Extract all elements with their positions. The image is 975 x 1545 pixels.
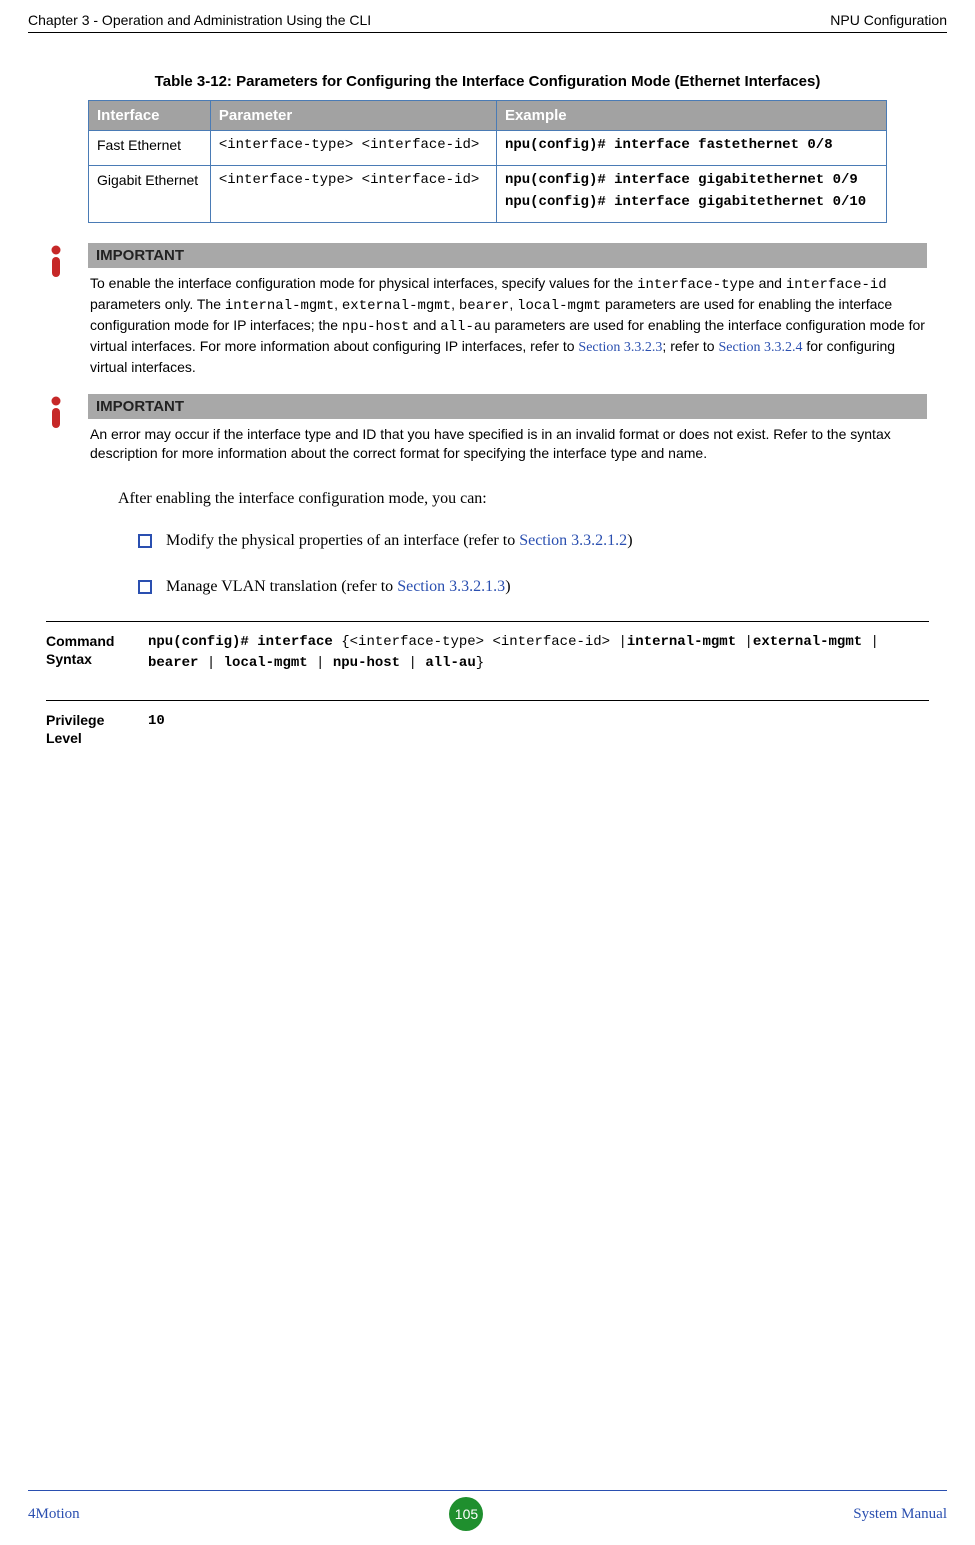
table-row: Gigabit Ethernet<interface-type> <interf… <box>89 166 887 223</box>
cell-interface: Fast Ethernet <box>89 131 211 166</box>
page-header: Chapter 3 - Operation and Administration… <box>28 12 947 33</box>
bullet-list: Modify the physical properties of an int… <box>138 529 927 599</box>
example-line: npu(config)# interface gigabitethernet 0… <box>505 172 878 188</box>
section-link[interactable]: Section 3.3.2.4 <box>718 340 802 355</box>
privilege-level-label: Privilege Level <box>46 711 136 747</box>
privilege-level-row: Privilege Level 10 <box>46 700 929 773</box>
header-left: Chapter 3 - Operation and Administration… <box>28 12 371 28</box>
table-caption: Table 3-12: Parameters for Configuring t… <box>88 73 887 90</box>
callout-title: IMPORTANT <box>88 394 927 419</box>
cell-parameter: <interface-type> <interface-id> <box>210 166 496 223</box>
callout-text: To enable the interface configuration mo… <box>88 274 927 376</box>
table-row: Fast Ethernet<interface-type> <interface… <box>89 131 887 166</box>
cell-parameter: <interface-type> <interface-id> <box>210 131 496 166</box>
th-interface: Interface <box>89 101 211 131</box>
th-example: Example <box>496 101 886 131</box>
list-item: Modify the physical properties of an int… <box>138 529 927 553</box>
callout-important: IMPORTANT An error may occur if the inter… <box>38 394 927 463</box>
cell-interface: Gigabit Ethernet <box>89 166 211 223</box>
command-syntax-label: Command Syntax <box>46 632 136 674</box>
page-footer: 4Motion 105 System Manual <box>28 1490 947 1531</box>
section-link[interactable]: Section 3.3.2.1.3 <box>397 578 505 595</box>
example-line: npu(config)# interface fastethernet 0/8 <box>505 137 878 153</box>
info-icon <box>38 243 74 376</box>
body-paragraph: After enabling the interface configurati… <box>118 487 927 511</box>
page-number: 105 <box>449 1497 483 1531</box>
list-item: Manage VLAN translation (refer to Sectio… <box>138 575 927 599</box>
example-line: npu(config)# interface gigabitethernet 0… <box>505 194 878 210</box>
section-link[interactable]: Section 3.3.2.1.2 <box>519 532 627 549</box>
privilege-level-value: 10 <box>148 711 929 747</box>
th-parameter: Parameter <box>210 101 496 131</box>
callout-important: IMPORTANT To enable the interface configu… <box>38 243 927 376</box>
cell-example: npu(config)# interface gigabitethernet 0… <box>496 166 886 223</box>
cell-example: npu(config)# interface fastethernet 0/8 <box>496 131 886 166</box>
parameter-table: Interface Parameter Example Fast Etherne… <box>88 100 887 223</box>
callout-text: An error may occur if the interface type… <box>88 425 927 463</box>
command-syntax-row: Command Syntax npu(config)# interface {<… <box>46 621 929 700</box>
footer-left: 4Motion <box>28 1506 80 1523</box>
callout-title: IMPORTANT <box>88 243 927 268</box>
section-link[interactable]: Section 3.3.2.3 <box>578 340 662 355</box>
command-syntax-value: npu(config)# interface {<interface-type>… <box>148 632 929 674</box>
footer-right: System Manual <box>853 1506 947 1523</box>
table-header-row: Interface Parameter Example <box>89 101 887 131</box>
info-icon <box>38 394 74 463</box>
command-section: Command Syntax npu(config)# interface {<… <box>46 621 929 773</box>
header-right: NPU Configuration <box>830 12 947 28</box>
